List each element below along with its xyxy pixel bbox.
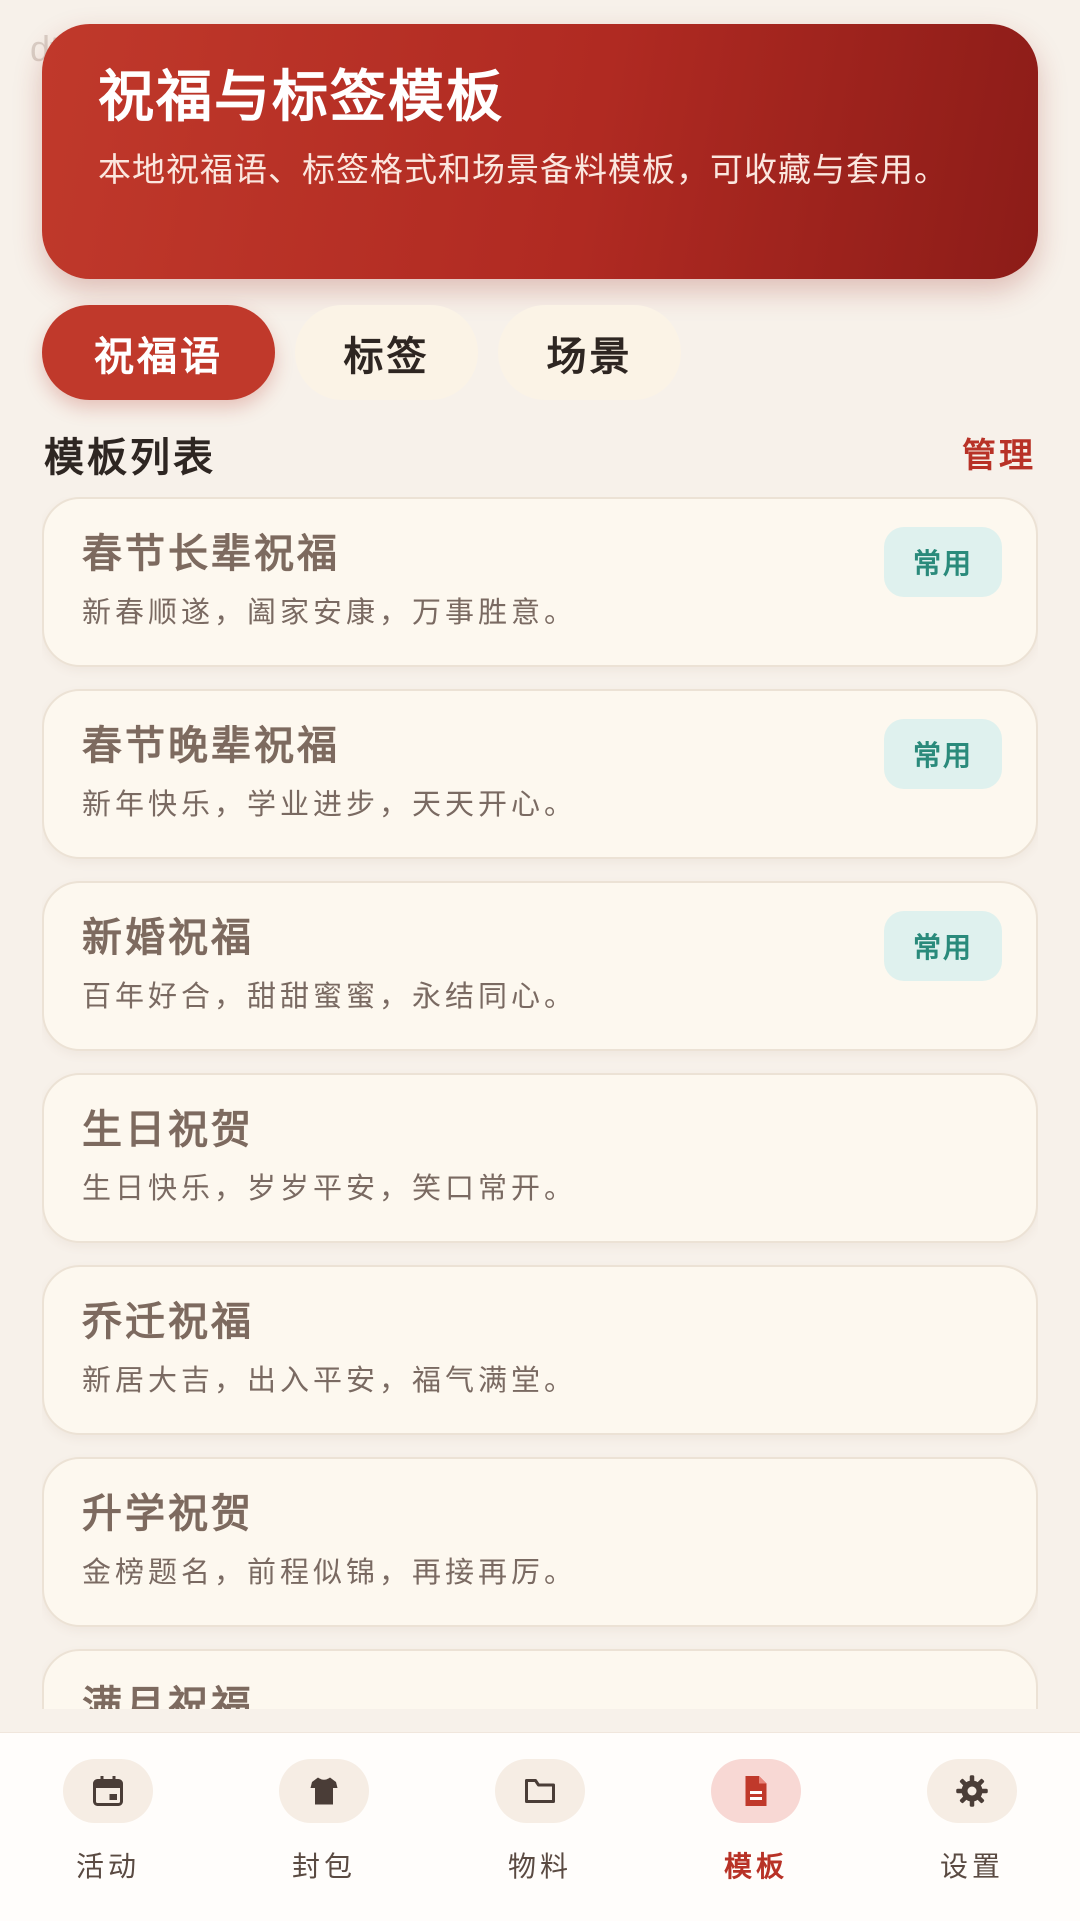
nav-item-activities[interactable]: 活动 — [0, 1733, 216, 1921]
frequent-badge: 常用 — [884, 719, 1002, 789]
header-banner: 祝福与标签模板 本地祝福语、标签格式和场景备料模板，可收藏与套用。 — [42, 24, 1038, 279]
folder-icon — [495, 1759, 585, 1823]
shirt-icon — [279, 1759, 369, 1823]
template-card[interactable]: 春节长辈祝福 新春顺遂，阖家安康，万事胜意。 常用 — [42, 497, 1038, 667]
template-title: 春节长辈祝福 — [82, 531, 340, 577]
page-description: 本地祝福语、标签格式和场景备料模板，可收藏与套用。 — [98, 150, 948, 190]
template-text: 金榜题名，前程似锦，再接再厉。 — [82, 1555, 578, 1589]
template-title: 乔迁祝福 — [82, 1299, 254, 1345]
template-card[interactable]: 乔迁祝福 新居大吉，出入平安，福气满堂。 — [42, 1265, 1038, 1435]
nav-label: 物料 — [507, 1850, 572, 1883]
section-title: 模板列表 — [44, 435, 216, 481]
template-title: 新婚祝福 — [82, 915, 254, 961]
template-text: 百年好合，甜甜蜜蜜，永结同心。 — [82, 979, 578, 1013]
tab-blessings[interactable]: 祝福语 — [42, 305, 275, 400]
nav-item-envelopes[interactable]: 封包 — [216, 1733, 432, 1921]
tab-scenes[interactable]: 场景 — [498, 305, 681, 400]
template-text: 新年快乐，学业进步，天天开心。 — [82, 787, 578, 821]
template-text: 新居大吉，出入平安，福气满堂。 — [82, 1363, 578, 1397]
template-text: 新春顺遂，阖家安康，万事胜意。 — [82, 595, 578, 629]
bottom-nav: 活动 封包 物料 模板 设置 — [0, 1732, 1080, 1921]
frequent-badge: 常用 — [884, 527, 1002, 597]
template-card[interactable]: 春节晚辈祝福 新年快乐，学业进步，天天开心。 常用 — [42, 689, 1038, 859]
nav-label: 设置 — [939, 1850, 1004, 1883]
gear-icon — [927, 1759, 1017, 1823]
template-title: 春节晚辈祝福 — [82, 723, 340, 769]
template-card[interactable]: 生日祝贺 生日快乐，岁岁平安，笑口常开。 — [42, 1073, 1038, 1243]
nav-item-materials[interactable]: 物料 — [432, 1733, 648, 1921]
template-card[interactable]: 升学祝贺 金榜题名，前程似锦，再接再厉。 — [42, 1457, 1038, 1627]
template-card[interactable]: 满月祝福 — [42, 1649, 1038, 1709]
tab-labels[interactable]: 标签 — [295, 305, 478, 400]
nav-label: 封包 — [291, 1850, 356, 1883]
page-title: 祝福与标签模板 — [98, 65, 504, 130]
template-card[interactable]: 新婚祝福 百年好合，甜甜蜜蜜，永结同心。 常用 — [42, 881, 1038, 1051]
frequent-badge: 常用 — [884, 911, 1002, 981]
document-icon — [711, 1759, 801, 1823]
template-list[interactable]: 春节长辈祝福 新春顺遂，阖家安康，万事胜意。 常用 春节晚辈祝福 新年快乐，学业… — [42, 497, 1038, 1709]
category-tabs: 祝福语 标签 场景 — [42, 305, 681, 400]
nav-item-settings[interactable]: 设置 — [864, 1733, 1080, 1921]
manage-button[interactable]: 管理 — [962, 428, 1036, 477]
nav-label: 活动 — [75, 1850, 140, 1883]
nav-item-templates[interactable]: 模板 — [648, 1733, 864, 1921]
template-title: 升学祝贺 — [82, 1491, 254, 1537]
calendar-icon — [63, 1759, 153, 1823]
template-title: 生日祝贺 — [82, 1107, 254, 1153]
template-title: 满月祝福 — [82, 1683, 254, 1709]
template-text: 生日快乐，岁岁平安，笑口常开。 — [82, 1171, 578, 1205]
nav-label: 模板 — [723, 1850, 788, 1883]
